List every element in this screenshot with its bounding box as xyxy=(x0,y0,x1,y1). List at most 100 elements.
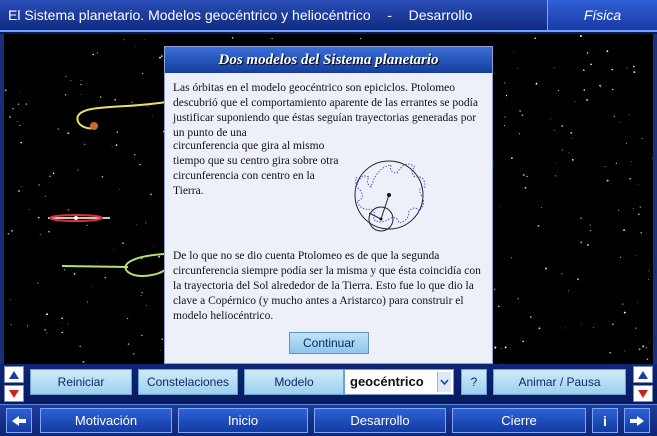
star xyxy=(577,278,579,281)
star xyxy=(101,175,104,178)
star xyxy=(590,63,592,66)
star xyxy=(80,94,82,95)
star xyxy=(568,290,570,292)
star xyxy=(521,114,524,117)
info-button[interactable]: i xyxy=(592,408,618,433)
info-dialog: Dos modelos del Sistema planetario Las ó… xyxy=(164,46,493,364)
title-separator: - xyxy=(387,7,392,23)
chevron-down-icon[interactable] xyxy=(437,372,451,392)
star xyxy=(28,208,30,210)
model-select[interactable]: geocéntrico xyxy=(344,369,454,395)
star xyxy=(555,162,557,164)
star xyxy=(73,273,76,275)
star xyxy=(522,174,525,176)
star xyxy=(638,213,640,215)
star xyxy=(142,73,144,75)
star xyxy=(519,110,521,112)
star xyxy=(61,322,63,323)
window-title: El Sistema planetario. Modelos geocéntri… xyxy=(8,7,472,23)
star xyxy=(504,82,506,84)
star xyxy=(504,125,506,126)
star xyxy=(84,143,86,145)
model-label: Modelo xyxy=(244,369,344,395)
star xyxy=(46,332,48,334)
star xyxy=(579,35,582,37)
star xyxy=(37,282,39,284)
star xyxy=(583,89,586,91)
star xyxy=(580,217,582,219)
star xyxy=(620,256,622,258)
star xyxy=(538,327,541,330)
star xyxy=(623,311,626,314)
reset-button[interactable]: Reiniciar xyxy=(30,369,132,395)
animate-pause-button[interactable]: Animar / Pausa xyxy=(493,369,626,395)
star xyxy=(625,142,627,144)
star xyxy=(134,154,136,156)
star xyxy=(160,54,162,56)
scroll-down-button[interactable] xyxy=(4,385,24,402)
next-button[interactable] xyxy=(624,408,650,433)
title-section: Desarrollo xyxy=(408,7,473,23)
star xyxy=(498,206,500,208)
star xyxy=(152,115,154,117)
nav-closing[interactable]: Cierre xyxy=(452,408,586,433)
star xyxy=(561,125,564,127)
star xyxy=(158,255,161,258)
star xyxy=(574,101,576,102)
star xyxy=(97,52,99,54)
star xyxy=(511,157,513,159)
star xyxy=(637,184,639,185)
scroll-up-button-right[interactable] xyxy=(633,366,653,383)
star xyxy=(517,298,519,300)
star xyxy=(67,323,69,325)
star xyxy=(550,118,552,120)
star xyxy=(554,175,557,177)
constellations-button[interactable]: Constelaciones xyxy=(138,369,238,395)
navigation-bar: Motivación Inicio Desarrollo Cierre i xyxy=(0,404,657,436)
epicycle-diagram xyxy=(354,160,426,232)
star xyxy=(146,105,148,107)
star xyxy=(52,172,55,175)
star xyxy=(557,89,560,92)
epicycle-radius xyxy=(368,212,382,220)
star xyxy=(46,313,48,316)
star xyxy=(609,351,611,354)
prev-button[interactable] xyxy=(6,408,32,433)
star xyxy=(65,75,67,77)
continue-button[interactable]: Continuar xyxy=(289,332,369,354)
star xyxy=(150,193,153,196)
star xyxy=(44,195,46,197)
star xyxy=(553,67,555,69)
star xyxy=(530,316,532,318)
star xyxy=(145,222,147,224)
star xyxy=(7,232,10,235)
star xyxy=(19,124,21,127)
star xyxy=(511,224,513,226)
star xyxy=(535,82,538,85)
star xyxy=(589,224,591,226)
star xyxy=(18,190,20,192)
star xyxy=(10,324,12,326)
help-button[interactable]: ? xyxy=(461,369,487,395)
star xyxy=(498,305,500,308)
star xyxy=(583,69,585,71)
nav-development[interactable]: Desarrollo xyxy=(314,408,446,433)
star xyxy=(77,169,79,171)
arrow-right-icon xyxy=(630,415,644,426)
star xyxy=(646,347,648,349)
scroll-up-button[interactable] xyxy=(4,366,24,383)
model-select-value: geocéntrico xyxy=(350,374,424,389)
star xyxy=(540,206,542,208)
star xyxy=(271,38,273,40)
nav-start[interactable]: Inicio xyxy=(178,408,308,433)
scroll-down-button-right[interactable] xyxy=(633,385,653,402)
star xyxy=(11,230,13,232)
star xyxy=(638,348,641,351)
star xyxy=(570,131,573,134)
star xyxy=(613,115,616,118)
nav-motivation[interactable]: Motivación xyxy=(40,408,172,433)
star xyxy=(629,177,631,180)
star xyxy=(160,350,162,352)
star xyxy=(494,346,497,349)
orbit-trail-green xyxy=(61,265,129,268)
